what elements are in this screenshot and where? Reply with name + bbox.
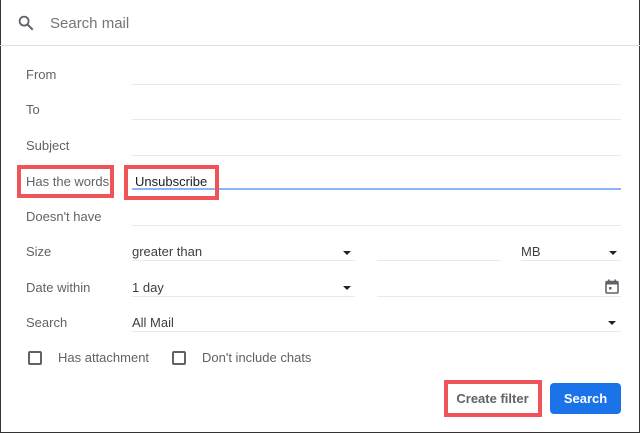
search-in-value: All Mail xyxy=(132,315,174,330)
chevron-down-icon xyxy=(343,251,351,255)
calendar-icon[interactable] xyxy=(605,279,619,294)
size-value-input[interactable] xyxy=(377,260,500,261)
has-attachment-label: Has attachment xyxy=(58,350,150,365)
highlight-create-filter xyxy=(444,380,542,417)
search-in-label: Search xyxy=(26,315,68,330)
search-placeholder: Search mail xyxy=(50,15,130,32)
dont-include-chats-checkbox[interactable] xyxy=(172,351,186,365)
search-bar[interactable]: Search mail xyxy=(0,0,640,46)
subject-label: Subject xyxy=(26,138,70,153)
chevron-down-icon xyxy=(343,286,351,290)
search-button[interactable]: Search xyxy=(550,383,621,414)
size-operator-value: greater than xyxy=(132,244,203,259)
chevron-down-icon xyxy=(609,251,617,255)
doesnt-have-input[interactable] xyxy=(132,225,621,226)
chevron-down-icon xyxy=(608,321,616,325)
size-unit-value: MB xyxy=(521,244,541,259)
date-input[interactable] xyxy=(377,296,621,297)
from-label: From xyxy=(26,67,57,82)
to-input[interactable] xyxy=(132,119,621,120)
from-input[interactable] xyxy=(132,84,621,85)
highlight-has-words-input xyxy=(124,165,219,200)
highlight-has-words-label xyxy=(17,165,114,198)
search-icon xyxy=(18,15,34,31)
subject-input[interactable] xyxy=(132,155,621,156)
date-within-label: Date within xyxy=(26,280,91,295)
size-label: Size xyxy=(26,244,52,259)
doesnt-have-label: Doesn't have xyxy=(26,209,102,224)
has-attachment-checkbox[interactable] xyxy=(28,351,42,365)
dont-include-chats-label: Don't include chats xyxy=(202,350,312,365)
date-within-value: 1 day xyxy=(132,280,164,295)
to-label: To xyxy=(26,102,40,117)
